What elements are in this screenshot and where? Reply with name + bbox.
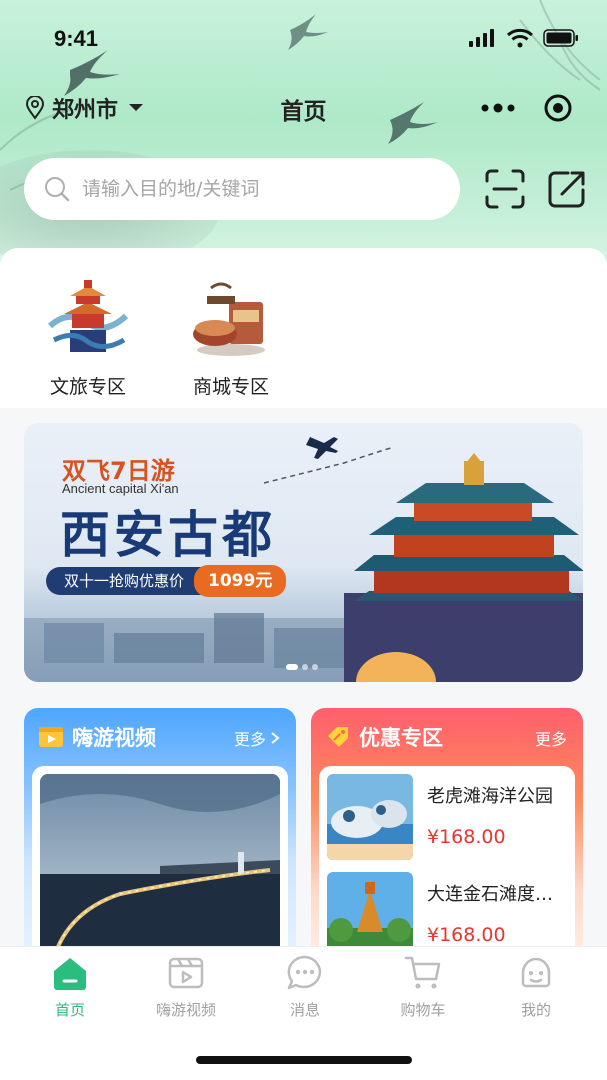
mini-program-capsule [467,86,587,130]
more-label: 更多 [233,730,266,749]
banner-price: 1099元 [194,565,287,597]
deals-card-header: 优惠专区 [325,722,443,752]
deals-section-card: 优惠专区 更多 老虎滩海洋公园 ¥168.00 大连金石滩度假区 ¥168.00 [311,708,583,968]
quick-link-culture-tourism[interactable]: 文旅专区 [28,276,148,399]
home-indicator [196,1056,412,1064]
video-section-card: 嗨游视频 更多 [24,708,296,968]
search-icon [45,177,70,202]
tab-label: 我的 [520,1001,551,1019]
banner-promo-text: 双十一抢购优惠价 [46,567,203,595]
mall-icon [193,282,265,356]
profile-icon [521,957,551,988]
chevron-right-icon [271,732,280,744]
more-label: 更多 [534,730,567,749]
deals-more-link[interactable]: 更多 [535,726,567,750]
ocean-park-image [327,774,413,860]
deal-item[interactable]: 老虎滩海洋公园 ¥168.00 [327,774,571,866]
battery-icon [543,29,578,47]
signal-icon [469,29,494,47]
deal-name: 大连金石滩度假区 [427,884,567,905]
search-row [24,158,594,220]
video-card-header: 嗨游视频 [38,722,156,752]
deals-card-title: 优惠专区 [359,726,443,750]
status-time: 9:41 [54,26,99,51]
bridge-scene-image [40,774,280,968]
tab-home[interactable]: 首页 [20,953,120,1020]
carousel-indicator [286,664,318,670]
wifi-icon [507,28,533,48]
video-thumbnail[interactable] [40,774,280,968]
status-bar: 9:41 [0,0,607,80]
carousel-dot-active [286,664,298,670]
close-capsule-icon[interactable] [543,93,573,123]
carousel-dot [302,664,308,670]
video-icon [168,957,204,989]
video-card-title: 嗨游视频 [72,726,156,750]
deal-thumbnail [327,774,413,860]
tab-label: 首页 [54,1001,85,1019]
quick-link-mall[interactable]: 商城专区 [171,276,291,399]
quick-link-label: 商城专区 [192,376,269,398]
quick-link-label: 文旅专区 [49,376,126,398]
promo-banner[interactable]: 双飞7日游 Ancient capital Xi'an 西安古都 双十一抢购优惠… [24,423,583,682]
status-icons [469,28,579,48]
tab-cart[interactable]: 购物车 [373,953,473,1020]
tab-label: 购物车 [400,1001,446,1019]
tab-label: 嗨游视频 [155,1001,216,1019]
palace-icon [48,280,129,352]
home-icon [54,958,86,990]
tab-video[interactable]: 嗨游视频 [136,953,236,1020]
video-play-icon [39,727,63,747]
tab-profile[interactable]: 我的 [486,953,586,1020]
navigation-bar: 郑州市 首页 [0,84,607,130]
search-box[interactable] [24,158,460,220]
carousel-dot [312,664,318,670]
search-input[interactable] [82,178,422,200]
share-icon[interactable] [546,168,588,210]
cart-icon [404,956,441,989]
tab-messages[interactable]: 消息 [255,953,355,1020]
deal-price: ¥168.00 [427,826,506,848]
main-content: 文旅专区 商城专区 双飞7日游 Ancient capital Xi'an 西安… [0,248,607,968]
more-dots-icon[interactable] [481,103,515,113]
scan-icon[interactable] [484,168,526,210]
deals-card-body: 老虎滩海洋公园 ¥168.00 大连金石滩度假区 ¥168.00 [319,766,575,968]
discount-tag-icon [328,727,348,747]
deal-price: ¥168.00 [427,924,506,946]
tab-label: 消息 [289,1001,320,1019]
video-card-body [32,766,288,968]
video-more-link[interactable]: 更多 [234,726,280,750]
banner-subtitle: Ancient capital Xi'an [62,481,179,496]
deal-name: 老虎滩海洋公园 [427,786,553,807]
banner-title: 西安古都 [60,506,276,564]
banner-promo: 双十一抢购优惠价 1099元 [46,565,287,597]
message-icon [287,955,322,990]
